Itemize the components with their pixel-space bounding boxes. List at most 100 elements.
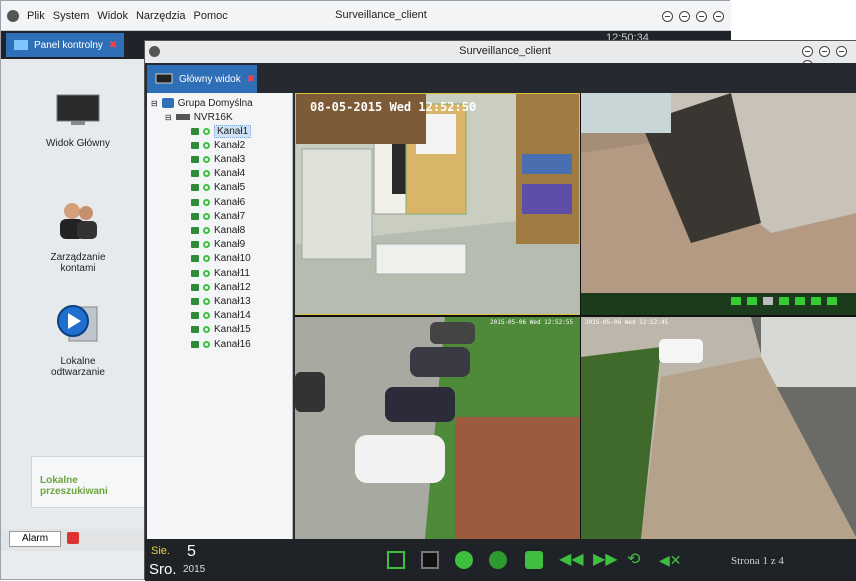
online-status-icon	[203, 127, 210, 135]
channel-item[interactable]: Kanał2	[191, 138, 245, 152]
online-status-icon	[203, 326, 210, 334]
channel-item[interactable]: Kanał10	[191, 252, 251, 266]
ptz-icon[interactable]	[811, 297, 821, 305]
channel-label: Kanał13	[214, 295, 251, 307]
camera-icon	[191, 141, 199, 149]
window-title: Surveillance_client	[335, 9, 427, 21]
channel-item[interactable]: Kanał12	[191, 280, 251, 294]
record-icon[interactable]	[747, 297, 757, 305]
tree-device[interactable]: ⊟ NVR16K	[165, 110, 233, 124]
stop-icon[interactable]	[779, 297, 789, 305]
menu-pomoc[interactable]: Pomoc	[194, 10, 228, 22]
fullscreen-icon[interactable]	[387, 551, 405, 569]
channel-label: Kanał8	[214, 224, 246, 236]
tile-accounts[interactable]: Zarządzanie kontami	[23, 199, 133, 274]
record-all-icon[interactable]	[489, 551, 507, 569]
channel-item[interactable]: Kanał8	[191, 223, 245, 237]
local-search-panel[interactable]: Lokalne przeszukiwani	[31, 456, 149, 508]
camera-icon	[191, 255, 199, 263]
single-view-icon[interactable]	[421, 551, 439, 569]
previous-page-icon[interactable]: ◀◀	[559, 551, 584, 569]
online-status-icon	[203, 312, 210, 320]
tab-glowny-widok[interactable]: Główny widok ✖	[147, 65, 257, 93]
close-button[interactable]	[713, 11, 725, 22]
zoom-icon[interactable]	[795, 297, 805, 305]
mute-icon[interactable]: ◀✕	[659, 551, 682, 569]
camera-icon	[191, 269, 199, 277]
alarm-mute-icon[interactable]	[67, 532, 79, 544]
snapshot-icon[interactable]	[731, 297, 741, 305]
osd-timestamp: 2015-05-06 Wed 12:52:45	[585, 319, 669, 326]
channel-item[interactable]: Kanał5	[191, 181, 245, 195]
menu-system[interactable]: System	[53, 10, 90, 22]
video-tile-4[interactable]: 2015-05-06 Wed 12:52:45	[581, 317, 856, 539]
channel-label: Kanał7	[214, 210, 246, 222]
channel-item[interactable]: Kanał15	[191, 323, 251, 337]
menu-narzedzia[interactable]: Narzędzia	[136, 10, 186, 22]
channel-item[interactable]: Kanał3	[191, 152, 245, 166]
channel-item[interactable]: Kanał11	[191, 266, 250, 280]
stop-all-icon[interactable]	[455, 551, 473, 569]
online-status-icon	[203, 141, 210, 149]
channel-item[interactable]: Kanał4	[191, 167, 245, 181]
channel-label: Kanał5	[214, 182, 246, 194]
menu-plik[interactable]: Plik	[27, 10, 45, 22]
camera-icon	[191, 155, 199, 163]
tile-local-playback[interactable]: Lokalne odtwarzanie	[23, 301, 133, 378]
search-label: Lokalne przeszukiwani	[40, 475, 108, 497]
channel-item[interactable]: Kanał13	[191, 294, 251, 308]
tab-panel-kontrolny[interactable]: Panel kontrolny ✖	[6, 33, 124, 57]
snapshot-icon[interactable]	[525, 551, 543, 569]
talk-icon[interactable]	[763, 297, 773, 305]
group-label: Grupa Domyślna	[177, 97, 253, 109]
minimize-button[interactable]	[679, 11, 691, 22]
app-logo-icon	[7, 9, 19, 22]
alarm-button[interactable]: Alarm	[9, 531, 61, 547]
tile-label: Lokalne odtwarzanie	[51, 356, 105, 378]
channel-item[interactable]: Kanał9	[191, 238, 245, 252]
collapse-icon[interactable]: ⊟	[151, 99, 158, 108]
close-tab-icon[interactable]: ✖	[109, 40, 117, 51]
cycle-icon[interactable]: ⟲	[627, 551, 645, 569]
online-status-icon	[203, 184, 210, 192]
online-status-icon	[203, 198, 210, 206]
camera-icon	[191, 184, 199, 192]
camera-icon	[191, 297, 199, 305]
channel-item[interactable]: Kanał16	[191, 337, 251, 351]
channel-item[interactable]: Kanał1	[191, 124, 252, 138]
menu-widok[interactable]: Widok	[97, 10, 128, 22]
collapse-icon[interactable]: ⊟	[165, 113, 172, 122]
osd-timestamp: 2015-05-06 Wed 12:52:55	[490, 319, 574, 326]
weekday-label: Sro.	[149, 561, 177, 578]
channel-label: Kanał11	[214, 267, 250, 279]
channel-label: Kanał6	[214, 196, 246, 208]
maximize-button[interactable]	[836, 46, 848, 57]
tree-group[interactable]: ⊟ Grupa Domyślna	[151, 96, 253, 110]
main-view-window: Surveillance_client Główny widok ✖ ⊟ Gru…	[144, 40, 856, 581]
online-status-icon	[203, 212, 210, 220]
video-grid: 08-05-2015 Wed 12:52:50 2015-05-06 Wed 1…	[295, 93, 856, 539]
channel-item[interactable]: Kanał6	[191, 195, 245, 209]
osd-timestamp: 08-05-2015 Wed 12:52:50	[310, 100, 477, 114]
menu-button[interactable]	[662, 11, 673, 22]
close-tab-icon[interactable]: ✖	[247, 74, 255, 85]
video-tile-3[interactable]: 2015-05-06 Wed 12:52:55	[295, 317, 580, 539]
online-status-icon	[203, 269, 210, 277]
channel-label: Kanał15	[214, 324, 251, 336]
tile-main-view[interactable]: Widok Główny	[23, 93, 133, 149]
minimize-button[interactable]	[819, 46, 831, 57]
page-indicator: Strona 1 z 4	[731, 555, 784, 567]
tile-label: Zarządzanie kontami	[50, 252, 106, 274]
month-label: Sie.	[151, 545, 170, 557]
camera-icon	[191, 212, 199, 220]
video-tile-2[interactable]	[581, 93, 856, 315]
menu-button[interactable]	[802, 46, 813, 57]
audio-icon[interactable]	[827, 297, 837, 305]
next-page-icon[interactable]: ▶▶	[593, 551, 618, 569]
camera-icon	[191, 340, 199, 348]
maximize-button[interactable]	[696, 11, 708, 22]
monitor-icon	[56, 94, 100, 125]
channel-item[interactable]: Kanał14	[191, 309, 251, 323]
channel-item[interactable]: Kanał7	[191, 209, 245, 223]
video-tile-1[interactable]: 08-05-2015 Wed 12:52:50	[295, 93, 580, 315]
